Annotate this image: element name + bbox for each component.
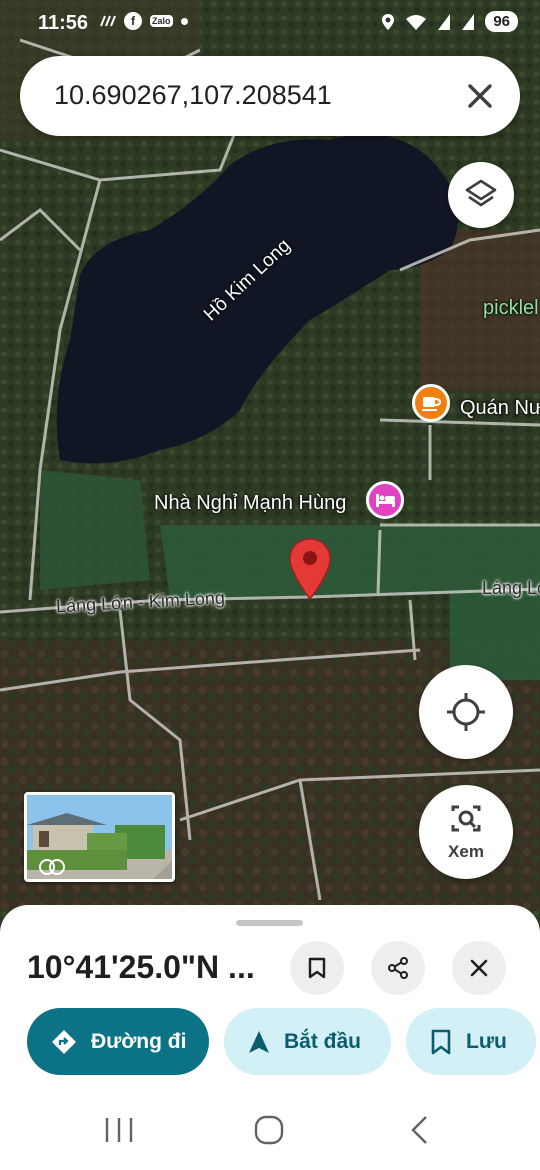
layers-icon (465, 179, 497, 207)
signal-icon (462, 13, 475, 30)
close-icon[interactable] (462, 78, 498, 114)
bookmark-icon (308, 957, 326, 979)
notification-icons: f Zalo (100, 12, 188, 30)
hotel-bed-icon[interactable] (366, 481, 404, 519)
navigation-arrow-icon (249, 1030, 269, 1053)
facebook-icon: f (124, 12, 142, 30)
my-location-icon (447, 693, 485, 731)
poi-label-motel[interactable]: Nhà Nghỉ Mạnh Hùng (154, 492, 346, 515)
poi-label-pickleball[interactable]: picklel (483, 297, 539, 320)
activity-icon (100, 15, 116, 27)
save-label: Lưu (466, 1029, 507, 1053)
directions-icon (52, 1029, 76, 1054)
start-button[interactable]: Bắt đầu (224, 1008, 391, 1075)
layers-button[interactable] (448, 162, 514, 228)
directions-label: Đường đi (91, 1029, 187, 1053)
street-view-thumbnail[interactable] (24, 792, 175, 882)
my-location-button[interactable] (419, 665, 513, 759)
view-button-label: Xem (448, 842, 484, 861)
place-title: 10°41'25.0"N ... (27, 949, 255, 985)
search-query[interactable]: 10.690267,107.208541 (54, 80, 332, 111)
camera-search-icon (451, 805, 481, 832)
location-pin-icon[interactable] (288, 537, 332, 601)
road-label-lang-lon: Láng Lớ (482, 578, 540, 598)
directions-button[interactable]: Đường đi (27, 1008, 209, 1075)
view-button[interactable]: Xem (419, 785, 513, 879)
bookmark-button[interactable] (290, 941, 344, 995)
wifi-icon (406, 14, 427, 30)
start-label: Bắt đầu (284, 1029, 362, 1053)
system-nav-bar (0, 1090, 540, 1170)
sheet-drag-handle[interactable] (236, 920, 303, 926)
share-button[interactable] (371, 941, 425, 995)
save-button[interactable]: Lưu (406, 1008, 536, 1075)
dot-icon (180, 17, 188, 25)
cafe-icon[interactable] (412, 384, 450, 422)
poi-label-cafe[interactable]: Quán Nư (460, 397, 540, 420)
battery-indicator: 96 (485, 11, 518, 32)
home-icon[interactable] (254, 1115, 284, 1145)
bookmark-icon (431, 1029, 451, 1054)
status-time: 11:56 (38, 12, 89, 34)
system-icons: 96 (381, 11, 518, 32)
recent-apps-icon[interactable] (104, 1116, 134, 1144)
close-sheet-button[interactable] (452, 941, 506, 995)
share-icon (388, 957, 408, 979)
back-icon[interactable] (408, 1115, 430, 1145)
zalo-icon: Zalo (150, 15, 173, 27)
status-bar: 11:56 f Zalo 96 (0, 0, 540, 46)
location-icon (382, 13, 395, 30)
close-icon (470, 959, 488, 977)
signal-icon (438, 13, 451, 30)
search-bar[interactable]: 10.690267,107.208541 (20, 56, 520, 136)
